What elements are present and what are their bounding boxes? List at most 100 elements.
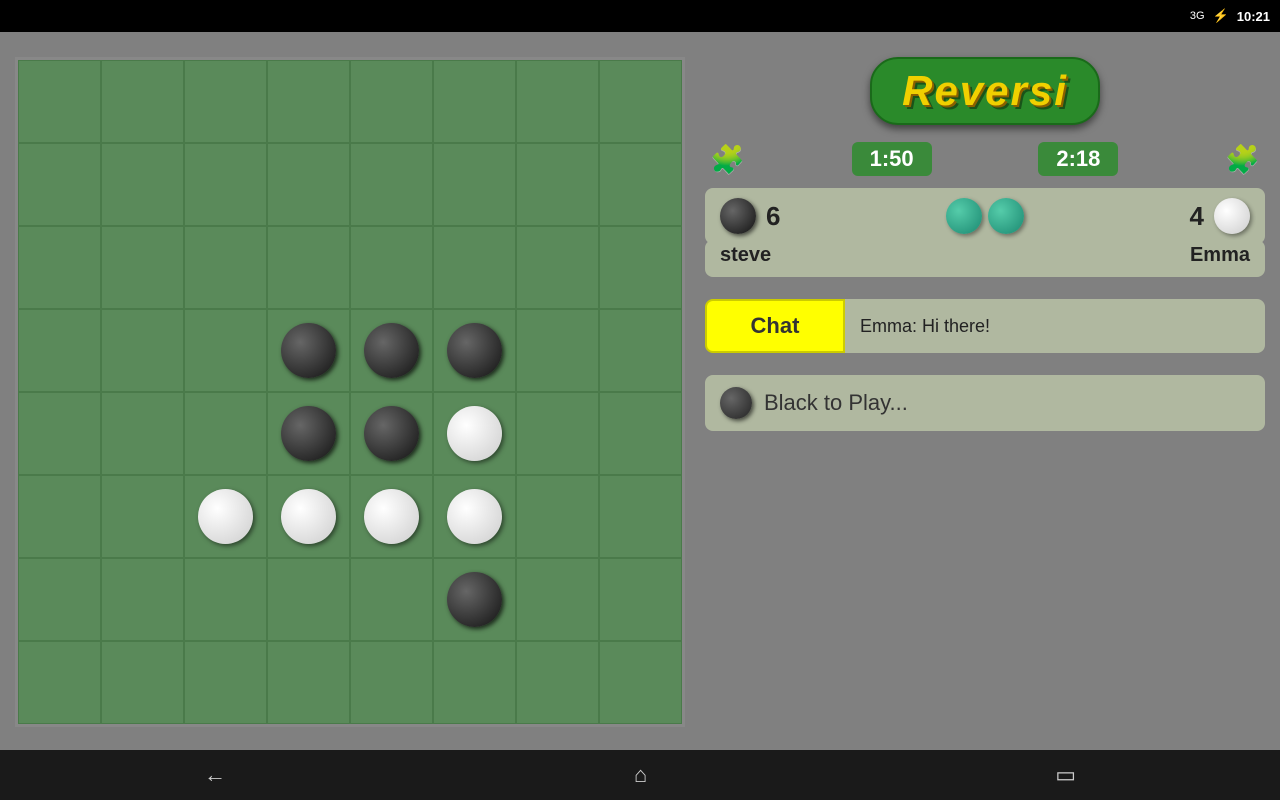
cell-0-2[interactable] [184, 60, 267, 143]
cell-3-5[interactable] [433, 309, 516, 392]
cell-7-6[interactable] [516, 641, 599, 724]
cell-1-1[interactable] [101, 143, 184, 226]
cell-2-1[interactable] [101, 226, 184, 309]
cell-4-2[interactable] [184, 392, 267, 475]
player-right-icon: 🧩 [1225, 143, 1260, 176]
cell-3-0[interactable] [18, 309, 101, 392]
cell-7-4[interactable] [350, 641, 433, 724]
cell-7-5[interactable] [433, 641, 516, 724]
score-black: 6 [766, 201, 780, 232]
cell-0-1[interactable] [101, 60, 184, 143]
cell-3-2[interactable] [184, 309, 267, 392]
piece-black-3-3 [281, 323, 336, 378]
nav-bar: ← ⌂ ▭ [0, 750, 1280, 800]
recent-button[interactable]: ▭ [1055, 762, 1076, 788]
chat-area: Chat Emma: Hi there! [705, 299, 1265, 353]
piece-white-5-5 [447, 489, 502, 544]
teal-disc-icon-1 [946, 198, 982, 234]
cell-0-3[interactable] [267, 60, 350, 143]
piece-white-5-3 [281, 489, 336, 544]
cell-2-7[interactable] [599, 226, 682, 309]
cell-6-5[interactable] [433, 558, 516, 641]
status-disc-icon [720, 387, 752, 419]
status-bar: 3G ⚡ 10:21 [0, 0, 1280, 32]
cell-4-6[interactable] [516, 392, 599, 475]
cell-4-0[interactable] [18, 392, 101, 475]
cell-4-5[interactable] [433, 392, 516, 475]
cell-2-2[interactable] [184, 226, 267, 309]
chat-message-display: Emma: Hi there! [845, 299, 1265, 353]
cell-3-4[interactable] [350, 309, 433, 392]
piece-white-5-2 [198, 489, 253, 544]
cell-4-3[interactable] [267, 392, 350, 475]
player-right-name: Emma [1190, 244, 1250, 267]
status-message: Black to Play... [705, 375, 1265, 431]
cell-7-0[interactable] [18, 641, 101, 724]
cell-0-7[interactable] [599, 60, 682, 143]
cell-0-5[interactable] [433, 60, 516, 143]
cell-6-2[interactable] [184, 558, 267, 641]
player-left-name: steve [720, 244, 771, 267]
cell-2-3[interactable] [267, 226, 350, 309]
piece-white-4-5 [447, 406, 502, 461]
cell-1-0[interactable] [18, 143, 101, 226]
cell-1-3[interactable] [267, 143, 350, 226]
cell-4-1[interactable] [101, 392, 184, 475]
cell-7-3[interactable] [267, 641, 350, 724]
cell-3-1[interactable] [101, 309, 184, 392]
cell-3-3[interactable] [267, 309, 350, 392]
cell-6-6[interactable] [516, 558, 599, 641]
cell-5-1[interactable] [101, 475, 184, 558]
score-left: 6 [720, 198, 780, 234]
cell-5-5[interactable] [433, 475, 516, 558]
cell-5-7[interactable] [599, 475, 682, 558]
cell-0-0[interactable] [18, 60, 101, 143]
piece-black-6-5 [447, 572, 502, 627]
cell-3-6[interactable] [516, 309, 599, 392]
home-button[interactable]: ⌂ [634, 762, 647, 788]
cell-7-7[interactable] [599, 641, 682, 724]
cell-2-4[interactable] [350, 226, 433, 309]
cell-6-7[interactable] [599, 558, 682, 641]
cell-1-7[interactable] [599, 143, 682, 226]
cell-5-6[interactable] [516, 475, 599, 558]
cell-5-2[interactable] [184, 475, 267, 558]
cell-1-2[interactable] [184, 143, 267, 226]
clock: 10:21 [1237, 9, 1270, 24]
cell-1-5[interactable] [433, 143, 516, 226]
teal-disc-icon-2 [988, 198, 1024, 234]
timer-right: 2:18 [1038, 142, 1118, 176]
main-content: Reversi 🧩 1:50 2:18 🧩 6 4 steve [0, 32, 1280, 750]
cell-7-2[interactable] [184, 641, 267, 724]
player-names-row: steve Emma [705, 240, 1265, 277]
black-disc-icon [720, 198, 756, 234]
cell-6-4[interactable] [350, 558, 433, 641]
piece-black-4-3 [281, 406, 336, 461]
cell-7-1[interactable] [101, 641, 184, 724]
cell-4-7[interactable] [599, 392, 682, 475]
cell-6-1[interactable] [101, 558, 184, 641]
cell-2-6[interactable] [516, 226, 599, 309]
cell-6-0[interactable] [18, 558, 101, 641]
cell-1-6[interactable] [516, 143, 599, 226]
logo-container: Reversi [705, 57, 1265, 125]
cell-5-3[interactable] [267, 475, 350, 558]
cell-2-5[interactable] [433, 226, 516, 309]
battery-icon: ⚡ [1213, 8, 1229, 24]
white-disc-icon [1214, 198, 1250, 234]
back-button[interactable]: ← [204, 762, 226, 788]
cell-5-0[interactable] [18, 475, 101, 558]
cell-4-4[interactable] [350, 392, 433, 475]
cell-0-4[interactable] [350, 60, 433, 143]
cell-5-4[interactable] [350, 475, 433, 558]
cell-2-0[interactable] [18, 226, 101, 309]
cell-3-7[interactable] [599, 309, 682, 392]
game-board[interactable] [15, 57, 685, 727]
chat-button[interactable]: Chat [705, 299, 845, 353]
score-right: 4 [1190, 198, 1250, 234]
cell-0-6[interactable] [516, 60, 599, 143]
cell-6-3[interactable] [267, 558, 350, 641]
cell-1-4[interactable] [350, 143, 433, 226]
piece-black-4-4 [364, 406, 419, 461]
timer-row: 🧩 1:50 2:18 🧩 [705, 142, 1265, 176]
